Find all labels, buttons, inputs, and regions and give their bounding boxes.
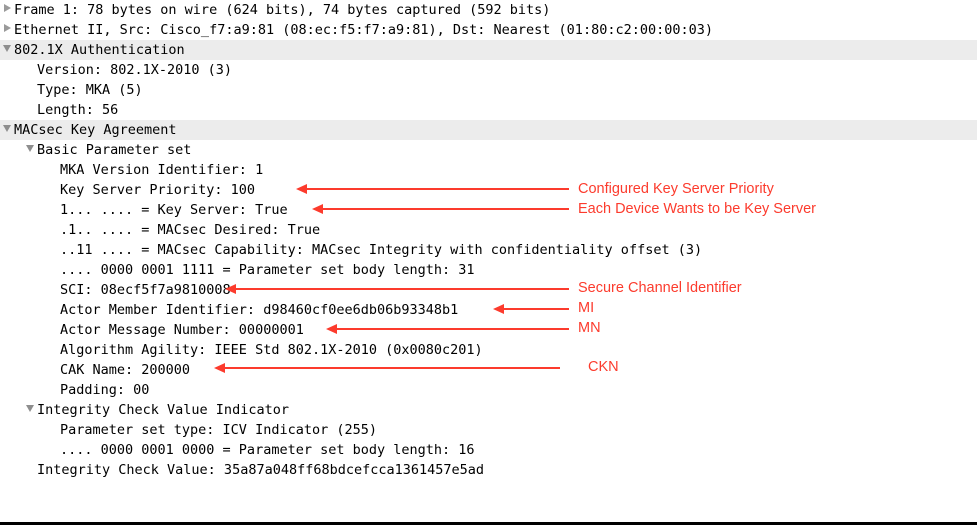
triangle-glyph (50, 204, 57, 213)
collapse-triangle-icon[interactable] (0, 40, 14, 60)
tree-row-label: Frame 1: 78 bytes on wire (624 bits), 74… (14, 2, 551, 18)
tree-row-icv-body-length[interactable]: .... 0000 0001 0000 = Parameter set body… (0, 440, 977, 460)
triangle-glyph (50, 264, 57, 273)
tree-row-label: 802.1X Authentication (14, 42, 185, 58)
triangle-glyph (50, 284, 57, 293)
tree-row-label: 1... .... = Key Server: True (60, 202, 288, 218)
tree-row-cak-name[interactable]: CAK Name: 200000 (0, 360, 977, 380)
triangle-glyph (50, 164, 57, 173)
tree-row-macsec-desired[interactable]: .1.. .... = MACsec Desired: True (0, 220, 977, 240)
triangle-glyph (27, 104, 34, 113)
tree-row-macsec-cap[interactable]: ..11 .... = MACsec Capability: MACsec In… (0, 240, 977, 260)
tree-spacer (23, 460, 37, 480)
triangle-glyph (27, 84, 34, 93)
tree-spacer (46, 380, 60, 400)
tree-row-mka-version[interactable]: MKA Version Identifier: 1 (0, 160, 977, 180)
tree-row-key-server-prio[interactable]: Key Server Priority: 100 (0, 180, 977, 200)
tree-spacer (46, 160, 60, 180)
tree-row-label: CAK Name: 200000 (60, 362, 191, 378)
tree-spacer (23, 60, 37, 80)
tree-row-label: Ethernet II, Src: Cisco_f7:a9:81 (08:ec:… (14, 22, 713, 38)
tree-row-label: Actor Member Identifier: d98460cf0ee6db0… (60, 302, 459, 318)
expand-triangle-icon[interactable] (0, 0, 14, 20)
triangle-glyph (3, 4, 11, 12)
collapse-triangle-icon[interactable] (23, 400, 37, 420)
tree-row-label: Length: 56 (37, 102, 119, 118)
triangle-glyph (26, 404, 34, 412)
packet-detail-tree[interactable]: Frame 1: 78 bytes on wire (624 bits), 74… (0, 0, 977, 480)
tree-spacer (46, 420, 60, 440)
tree-row-key-server-flag[interactable]: 1... .... = Key Server: True (0, 200, 977, 220)
tree-spacer (46, 280, 60, 300)
triangle-glyph (50, 244, 57, 253)
tree-spacer (46, 300, 60, 320)
tree-row-label: ..11 .... = MACsec Capability: MACsec In… (60, 242, 703, 258)
tree-row-label: Algorithm Agility: IEEE Std 802.1X-2010 … (60, 342, 483, 358)
triangle-glyph (50, 444, 57, 453)
tree-row-ethernet[interactable]: Ethernet II, Src: Cisco_f7:a9:81 (08:ec:… (0, 20, 977, 40)
tree-row-version[interactable]: Version: 802.1X-2010 (3) (0, 60, 977, 80)
triangle-glyph (50, 184, 57, 193)
tree-row-actor-member-id[interactable]: Actor Member Identifier: d98460cf0ee6db0… (0, 300, 977, 320)
tree-row-label: .... 0000 0001 1111 = Parameter set body… (60, 262, 475, 278)
tree-spacer (23, 100, 37, 120)
tree-row-type[interactable]: Type: MKA (5) (0, 80, 977, 100)
tree-row-length[interactable]: Length: 56 (0, 100, 977, 120)
triangle-glyph (50, 364, 57, 373)
tree-row-icv-value[interactable]: Integrity Check Value: 35a87a048ff68bdce… (0, 460, 977, 480)
triangle-glyph (3, 24, 11, 32)
triangle-glyph (50, 424, 57, 433)
tree-row-label: SCI: 08ecf5f7a9810008 (60, 282, 231, 298)
triangle-glyph (3, 44, 11, 52)
tree-row-label: .1.. .... = MACsec Desired: True (60, 222, 321, 238)
triangle-glyph (50, 224, 57, 233)
tree-row-label: Integrity Check Value Indicator (37, 402, 289, 418)
tree-row-label: Version: 802.1X-2010 (3) (37, 62, 233, 78)
tree-row-label: Actor Message Number: 00000001 (60, 322, 304, 338)
triangle-glyph (3, 124, 11, 132)
tree-spacer (46, 260, 60, 280)
tree-row-param-set-type[interactable]: Parameter set type: ICV Indicator (255) (0, 420, 977, 440)
collapse-triangle-icon[interactable] (0, 120, 14, 140)
expand-triangle-icon[interactable] (0, 20, 14, 40)
tree-spacer (46, 320, 60, 340)
tree-spacer (46, 220, 60, 240)
tree-row-icv-indicator[interactable]: Integrity Check Value Indicator (0, 400, 977, 420)
triangle-glyph (50, 384, 57, 393)
wireshark-packet-details-window: Frame 1: 78 bytes on wire (624 bits), 74… (0, 0, 977, 525)
tree-row-actor-msg-number[interactable]: Actor Message Number: 00000001 (0, 320, 977, 340)
tree-spacer (46, 440, 60, 460)
tree-row-bps-body-length[interactable]: .... 0000 0001 1111 = Parameter set body… (0, 260, 977, 280)
tree-row-label: Padding: 00 (60, 382, 150, 398)
tree-row-frame[interactable]: Frame 1: 78 bytes on wire (624 bits), 74… (0, 0, 977, 20)
triangle-glyph (27, 64, 34, 73)
tree-row-label: .... 0000 0001 0000 = Parameter set body… (60, 442, 475, 458)
tree-spacer (46, 200, 60, 220)
tree-row-dot1x[interactable]: 802.1X Authentication (0, 40, 977, 60)
triangle-glyph (26, 144, 34, 152)
tree-spacer (23, 80, 37, 100)
tree-row-algorithm-agility[interactable]: Algorithm Agility: IEEE Std 802.1X-2010 … (0, 340, 977, 360)
tree-row-label: Key Server Priority: 100 (60, 182, 256, 198)
tree-row-padding[interactable]: Padding: 00 (0, 380, 977, 400)
tree-row-label: MKA Version Identifier: 1 (60, 162, 264, 178)
triangle-glyph (27, 464, 34, 473)
collapse-triangle-icon[interactable] (23, 140, 37, 160)
tree-spacer (46, 340, 60, 360)
tree-row-basic-param-set[interactable]: Basic Parameter set (0, 140, 977, 160)
tree-row-label: MACsec Key Agreement (14, 122, 177, 138)
triangle-glyph (50, 304, 57, 313)
tree-row-label: Integrity Check Value: 35a87a048ff68bdce… (37, 462, 485, 478)
tree-spacer (46, 240, 60, 260)
tree-spacer (46, 180, 60, 200)
tree-row-sci[interactable]: SCI: 08ecf5f7a9810008 (0, 280, 977, 300)
tree-row-mka[interactable]: MACsec Key Agreement (0, 120, 977, 140)
tree-row-label: Type: MKA (5) (37, 82, 143, 98)
tree-row-label: Parameter set type: ICV Indicator (255) (60, 422, 377, 438)
triangle-glyph (50, 344, 57, 353)
triangle-glyph (50, 324, 57, 333)
tree-spacer (46, 360, 60, 380)
tree-row-label: Basic Parameter set (37, 142, 192, 158)
